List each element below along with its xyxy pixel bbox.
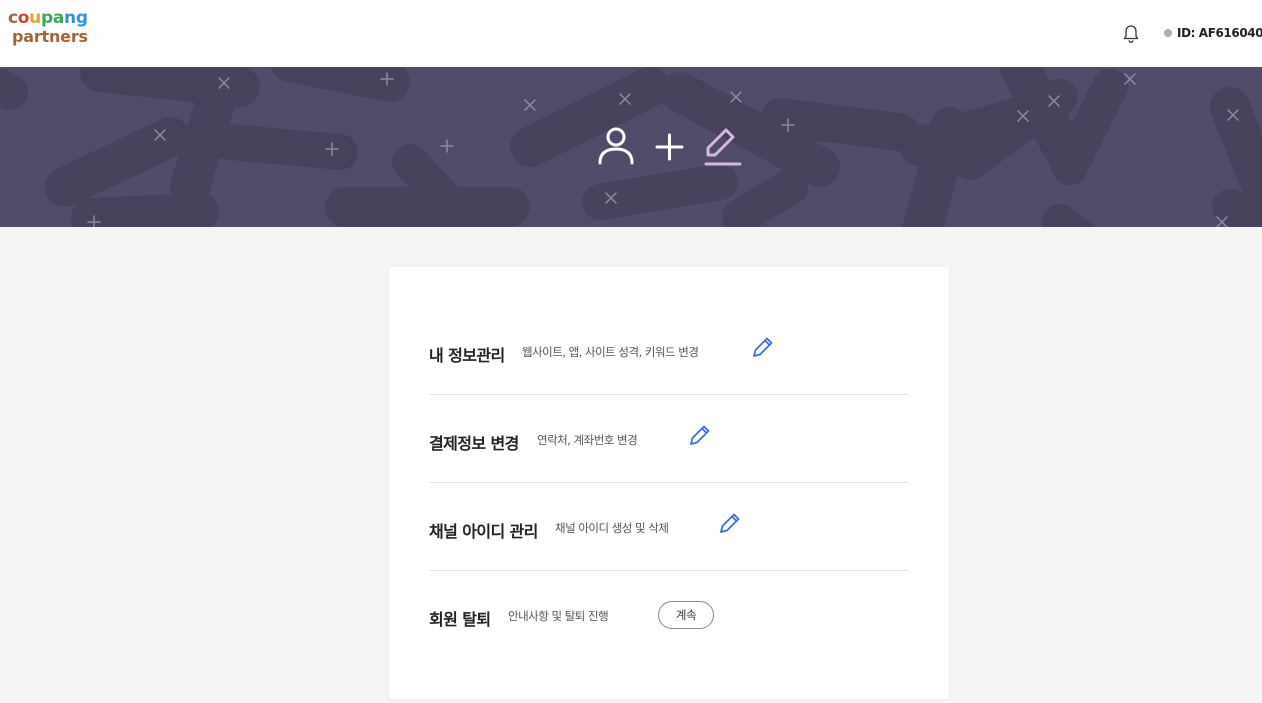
hero-banner: [0, 67, 1262, 227]
logo-wordmark-partners: partners: [12, 27, 88, 46]
menu-row-payment-info: 결제정보 변경 연락처, 계좌번호 변경: [429, 395, 909, 483]
menu-row-channel-id: 채널 아이디 관리 채널 아이디 생성 및 삭제: [429, 483, 909, 571]
row-title: 내 정보관리: [429, 346, 505, 365]
coupang-partners-logo[interactable]: coupang partners: [8, 10, 88, 45]
continue-button[interactable]: 계속: [658, 601, 714, 629]
row-description: 연락처, 계좌번호 변경: [537, 433, 638, 447]
edit-pencil-icon[interactable]: [716, 511, 742, 537]
row-description: 웹사이트, 앱, 사이트 성격, 키워드 변경: [522, 345, 699, 359]
row-title: 회원 탈퇴: [429, 610, 491, 629]
account-settings-card: 내 정보관리 웹사이트, 앱, 사이트 성격, 키워드 변경 결제정보 변경 연…: [389, 267, 949, 699]
notification-bell-icon[interactable]: [1122, 24, 1140, 44]
menu-row-withdraw: 회원 탈퇴 안내사항 및 탈퇴 진행 계속: [429, 571, 909, 659]
top-bar: coupang partners ID: AF6160407: [0, 0, 1262, 67]
user-icon: [598, 127, 634, 165]
edit-pencil-icon[interactable]: [749, 335, 775, 361]
row-description: 채널 아이디 생성 및 삭제: [555, 521, 669, 535]
profile-edit-illustration: [598, 127, 742, 166]
row-description: 안내사항 및 탈퇴 진행: [508, 609, 609, 623]
row-title: 결제정보 변경: [429, 434, 519, 453]
user-id-label[interactable]: ID: AF6160407: [1177, 26, 1262, 40]
plus-icon: [655, 133, 684, 161]
row-title: 채널 아이디 관리: [429, 522, 538, 541]
pencil-icon: [704, 128, 742, 166]
edit-pencil-icon[interactable]: [686, 423, 712, 449]
status-dot: [1164, 29, 1172, 37]
menu-row-my-info: 내 정보관리 웹사이트, 앱, 사이트 성격, 키워드 변경: [429, 307, 909, 395]
